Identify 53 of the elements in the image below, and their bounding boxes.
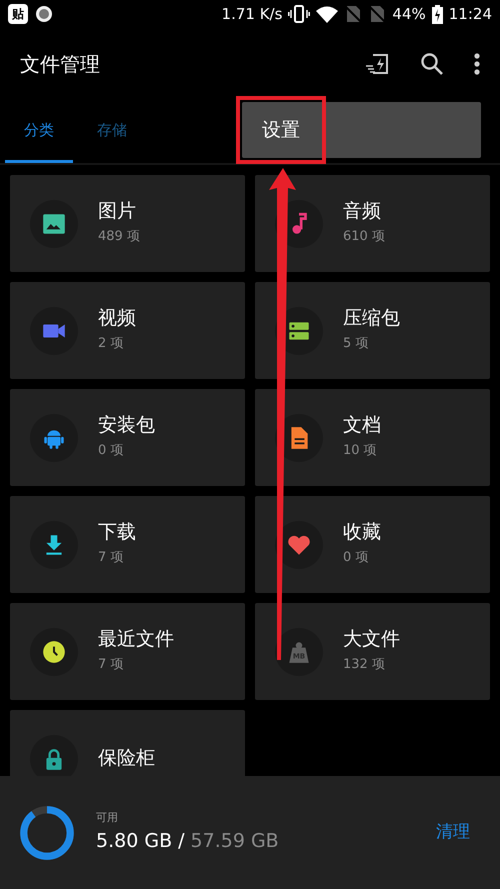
total-space: 57.59 GB bbox=[190, 828, 279, 854]
item-count: 5 项 bbox=[343, 335, 370, 354]
category-card[interactable]: 最近文件 7 项 bbox=[10, 603, 245, 700]
category-name: 下载 bbox=[98, 521, 136, 544]
category-card[interactable]: 音频 610 项 bbox=[255, 175, 490, 272]
category-card[interactable]: 收藏 0 项 bbox=[255, 496, 490, 593]
category-name: 保险柜 bbox=[98, 747, 155, 770]
item-count: 7 项 bbox=[98, 549, 124, 568]
menu-item[interactable]: 设置 bbox=[242, 102, 300, 158]
category-name: 安装包 bbox=[98, 414, 155, 438]
flash-transfer-icon[interactable] bbox=[364, 51, 390, 77]
item-count: 0 项 bbox=[343, 549, 370, 568]
item-count: 0 项 bbox=[98, 442, 124, 460]
app-notification-icon: 贴 bbox=[8, 4, 28, 24]
category-card[interactable]: 压缩包 5 项 bbox=[255, 282, 490, 379]
battery-percent: 44% bbox=[392, 4, 426, 25]
category-name: 音频 bbox=[343, 200, 382, 224]
item-count: 132 项 bbox=[343, 656, 386, 674]
category-name: 压缩包 bbox=[343, 307, 400, 330]
separator-text: / bbox=[178, 828, 185, 854]
category-name: 文档 bbox=[343, 414, 381, 438]
category-card[interactable]: 安装包 0 项 bbox=[10, 389, 245, 486]
category-card[interactable]: 下载 7 项 bbox=[10, 496, 245, 593]
storage-ring bbox=[18, 804, 76, 862]
free-space: 5.80 GB bbox=[96, 828, 172, 854]
clean-button[interactable]: 清理 bbox=[436, 820, 470, 846]
network-speed: 1.71 K/s bbox=[222, 4, 282, 25]
category-card[interactable]: 图片 489 项 bbox=[10, 175, 245, 272]
app-title: 文件管理 bbox=[20, 51, 100, 78]
search-icon[interactable] bbox=[420, 52, 444, 76]
item-count: 10 项 bbox=[343, 442, 378, 460]
item-count: 2 项 bbox=[98, 335, 124, 354]
item-count: 610 项 bbox=[343, 228, 385, 246]
category-name: 图片 bbox=[98, 200, 137, 224]
category-card[interactable]: 文档 10 项 bbox=[255, 389, 490, 486]
storage-label: 可用 bbox=[96, 810, 119, 826]
item-count: 489 项 bbox=[98, 228, 140, 246]
clock-time: 11:24 bbox=[448, 4, 492, 25]
no-sim-icon bbox=[368, 5, 386, 23]
category-name: 最近文件 bbox=[98, 628, 174, 652]
battery-charging-icon bbox=[432, 4, 443, 24]
category-name: 收藏 bbox=[343, 521, 381, 544]
no-sim-icon bbox=[344, 5, 362, 23]
item-count: 7 项 bbox=[98, 656, 124, 674]
category-name: 视频 bbox=[98, 307, 136, 330]
wifi-icon bbox=[316, 6, 338, 22]
category-card[interactable]: 保险柜 bbox=[10, 710, 245, 776]
more-options-icon[interactable] bbox=[474, 53, 480, 75]
category-card[interactable]: 视频 2 项 bbox=[10, 282, 245, 379]
record-icon bbox=[34, 4, 54, 24]
vibrate-icon bbox=[288, 5, 310, 23]
category-name: 大文件 bbox=[343, 628, 400, 652]
tab[interactable]: 分类 bbox=[5, 100, 73, 163]
